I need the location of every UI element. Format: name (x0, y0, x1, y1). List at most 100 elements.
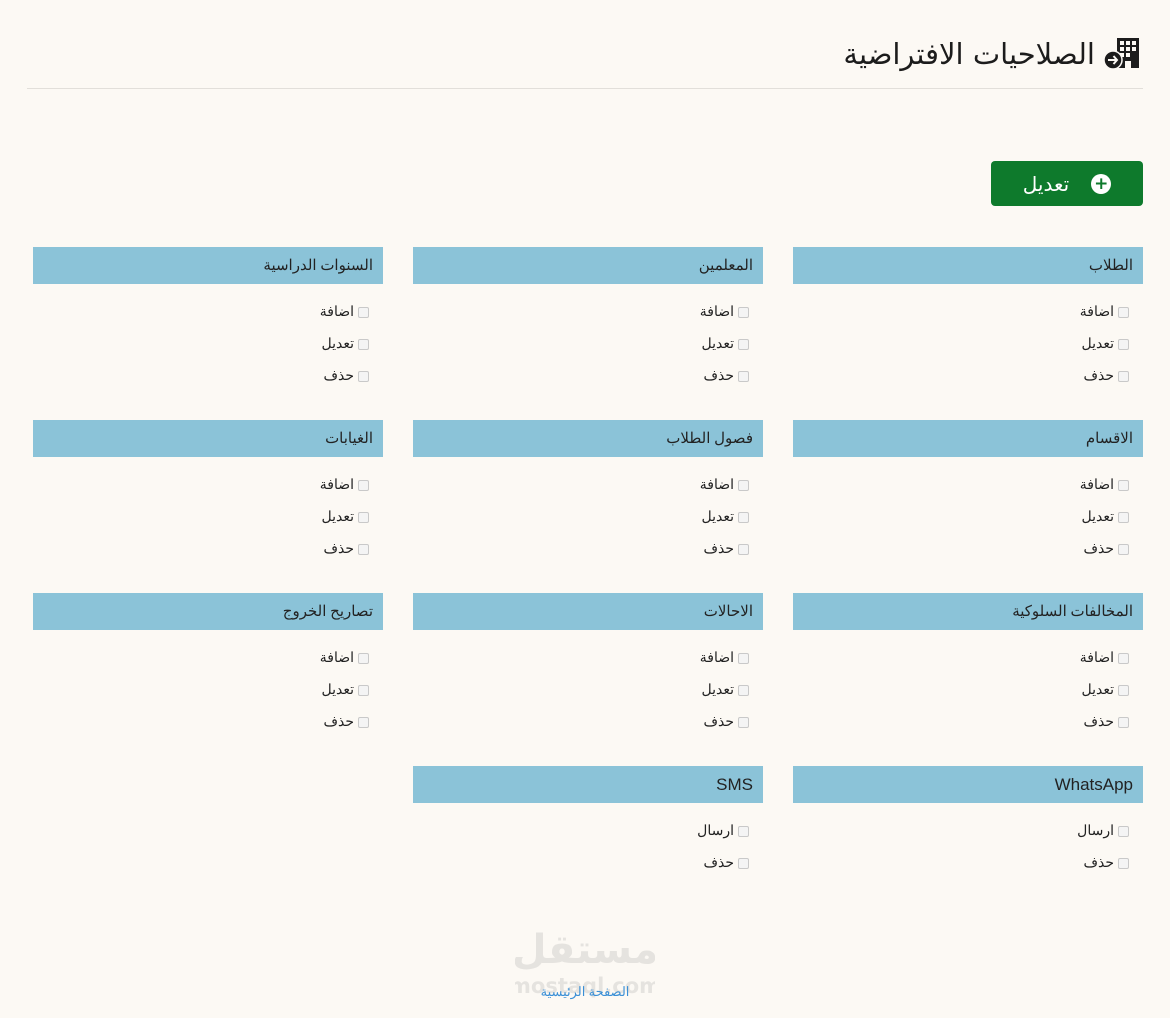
permission-option[interactable]: حذف (1083, 853, 1129, 873)
permission-checkbox[interactable] (738, 857, 749, 869)
permission-option[interactable]: اضافة (700, 302, 749, 322)
permission-checkbox[interactable] (1118, 652, 1129, 664)
panel-title: الاحالات (413, 593, 763, 630)
permission-checkbox[interactable] (358, 684, 369, 696)
permission-checkbox[interactable] (1118, 306, 1129, 318)
permission-label: حذف (323, 368, 354, 384)
permission-label: اضافة (319, 650, 354, 666)
permission-label: اضافة (699, 650, 734, 666)
panel-title: الطلاب (793, 247, 1143, 284)
permission-option[interactable]: حذف (1083, 539, 1129, 559)
permission-checkbox[interactable] (738, 370, 749, 382)
permission-option[interactable]: ارسال (697, 821, 749, 841)
permission-label: ارسال (1077, 823, 1114, 839)
permission-option[interactable]: حذف (703, 366, 749, 386)
permission-option[interactable]: اضافة (1080, 302, 1129, 322)
permission-checkbox[interactable] (358, 370, 369, 382)
permission-checkbox[interactable] (1118, 543, 1129, 555)
panel-student-classes: فصول الطلاب اضافة تعديل حذف (413, 420, 763, 557)
permission-option[interactable]: اضافة (700, 475, 749, 495)
permission-checkbox[interactable] (358, 716, 369, 728)
permission-option[interactable]: حذف (323, 539, 369, 559)
permission-label: ارسال (697, 823, 734, 839)
permission-option[interactable]: اضافة (320, 648, 369, 668)
permission-option[interactable]: اضافة (320, 302, 369, 322)
permission-option[interactable]: ارسال (1077, 821, 1129, 841)
permission-checkbox[interactable] (1118, 716, 1129, 728)
home-link[interactable]: الصفحة الرئيسية (0, 984, 1170, 1000)
permission-option[interactable]: اضافة (700, 648, 749, 668)
permission-label: اضافة (319, 477, 354, 493)
permission-checkbox[interactable] (738, 479, 749, 491)
permission-checkbox[interactable] (358, 543, 369, 555)
permission-checkbox[interactable] (1118, 338, 1129, 350)
permission-checkbox[interactable] (738, 825, 749, 837)
permission-option[interactable]: اضافة (320, 475, 369, 495)
permission-checkbox[interactable] (1118, 857, 1129, 869)
panel-whatsapp: WhatsApp ارسال حذف (793, 766, 1143, 871)
permission-checkbox[interactable] (738, 511, 749, 523)
permission-option[interactable]: حذف (1083, 366, 1129, 386)
permission-option[interactable]: تعديل (321, 334, 369, 354)
permission-label: تعديل (321, 336, 355, 352)
permission-label: حذف (323, 714, 354, 730)
permission-label: اضافة (319, 304, 354, 320)
permission-label: تعديل (701, 682, 735, 698)
permission-option[interactable]: حذف (323, 366, 369, 386)
permission-label: حذف (1083, 541, 1114, 557)
permission-option[interactable]: حذف (1083, 712, 1129, 732)
permission-checkbox[interactable] (738, 306, 749, 318)
permission-checkbox[interactable] (1118, 511, 1129, 523)
permission-checkbox[interactable] (358, 338, 369, 350)
permission-checkbox[interactable] (358, 652, 369, 664)
permission-option[interactable]: تعديل (702, 507, 749, 527)
permission-label: حذف (323, 541, 354, 557)
permission-option[interactable]: اضافة (1080, 648, 1129, 668)
permission-label: تعديل (1081, 509, 1115, 525)
permission-label: تعديل (1081, 336, 1115, 352)
building-arrow-icon (1103, 38, 1139, 70)
panel-title: المخالفات السلوكية (793, 593, 1143, 630)
permission-option[interactable]: تعديل (1082, 680, 1129, 700)
permission-option[interactable]: حذف (323, 712, 369, 732)
permission-checkbox[interactable] (738, 543, 749, 555)
permission-label: حذف (703, 714, 734, 730)
panel-title: SMS (413, 766, 763, 803)
permission-option[interactable]: تعديل (1081, 334, 1129, 354)
permission-label: اضافة (1079, 477, 1114, 493)
permission-checkbox[interactable] (358, 306, 369, 318)
permission-option[interactable]: حذف (703, 539, 749, 559)
permission-checkbox[interactable] (738, 652, 749, 664)
permission-option[interactable]: اضافة (1080, 475, 1129, 495)
permission-checkbox[interactable] (1118, 370, 1129, 382)
permission-checkbox[interactable] (738, 684, 749, 696)
permission-option[interactable]: تعديل (322, 507, 369, 527)
panel-behavior-violations: المخالفات السلوكية اضافة تعديل حذف (793, 593, 1143, 730)
permission-label: حذف (1083, 714, 1114, 730)
permission-option[interactable]: حذف (703, 712, 749, 732)
edit-button[interactable]: + تعديل (991, 161, 1143, 206)
panel-students: الطلاب اضافة تعديل حذف (793, 247, 1143, 384)
permission-checkbox[interactable] (738, 716, 749, 728)
permission-checkbox[interactable] (358, 479, 369, 491)
permission-checkbox[interactable] (738, 338, 749, 350)
panel-absences: الغيابات اضافة تعديل حذف (33, 420, 383, 557)
permission-option[interactable]: تعديل (322, 680, 369, 700)
permission-checkbox[interactable] (358, 511, 369, 523)
permission-checkbox[interactable] (1118, 825, 1129, 837)
permission-label: اضافة (1079, 650, 1114, 666)
permission-option[interactable]: تعديل (701, 680, 749, 700)
permission-option[interactable]: حذف (703, 853, 749, 873)
panel-title: WhatsApp (793, 766, 1143, 803)
page-title: الصلاحيات الافتراضية (843, 37, 1095, 71)
edit-button-label: تعديل (1022, 171, 1070, 196)
panel-sms: SMS ارسال حذف (413, 766, 763, 871)
permission-checkbox[interactable] (1118, 684, 1129, 696)
permission-label: اضافة (1079, 304, 1114, 320)
permission-label: حذف (1083, 368, 1114, 384)
permission-option[interactable]: تعديل (702, 334, 749, 354)
permission-option[interactable]: تعديل (1081, 507, 1129, 527)
panel-title: الاقسام (793, 420, 1143, 457)
page-header: الصلاحيات الافتراضية (27, 30, 1143, 89)
permission-checkbox[interactable] (1118, 479, 1129, 491)
